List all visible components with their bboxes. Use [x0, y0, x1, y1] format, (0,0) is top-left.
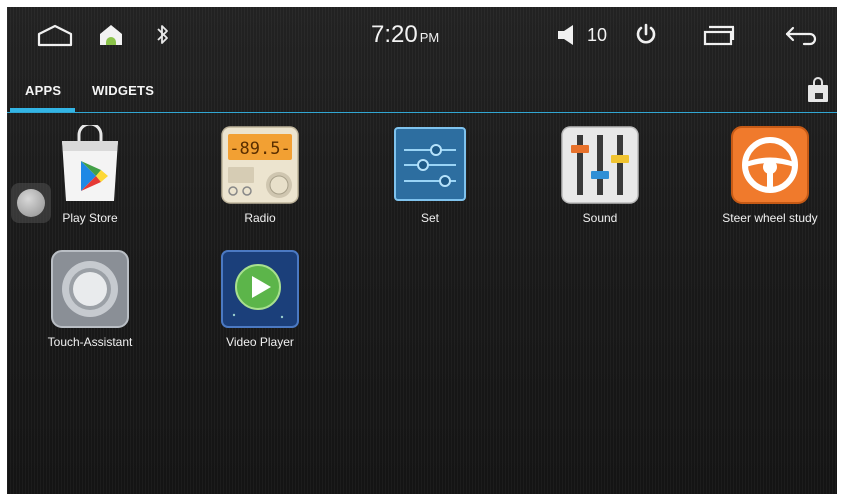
tab-bar: APPS WIDGETS — [7, 77, 837, 115]
bluetooth-icon — [153, 21, 173, 49]
app-label: Steer wheel study — [722, 211, 818, 225]
volume-level: 10 — [587, 25, 608, 45]
status-clock: 7:20 PM — [371, 21, 439, 49]
app-video-player[interactable]: Video Player — [190, 249, 330, 349]
tab-widgets[interactable]: WIDGETS — [92, 83, 154, 98]
app-label: Set — [420, 211, 439, 225]
app-radio[interactable]: -89.5- Radio — [190, 125, 330, 225]
radio-icon: -89.5- — [220, 125, 300, 205]
clock-time: 7:20 — [371, 21, 418, 48]
speaker-icon[interactable] — [555, 23, 581, 47]
app-label: Sound — [582, 211, 618, 225]
radio-frequency-text: -89.5- — [229, 139, 290, 159]
launcher-screen: 7:20 PM 10 APPS WIDGETS Play Store -89.5… — [7, 7, 837, 494]
app-touch-assistant[interactable]: Touch-Assistant — [20, 249, 160, 349]
tab-divider — [7, 112, 837, 113]
equalizer-icon — [560, 125, 640, 205]
app-sound[interactable]: Sound — [530, 125, 670, 225]
app-label: Radio — [244, 211, 276, 225]
market-bag-icon[interactable] — [807, 77, 829, 103]
status-bar: 7:20 PM 10 — [7, 7, 837, 63]
recent-apps-icon[interactable] — [701, 23, 737, 47]
steering-wheel-icon — [730, 125, 810, 205]
assistive-touch-icon — [17, 189, 45, 217]
power-icon[interactable] — [633, 21, 659, 47]
home-outline-icon[interactable] — [35, 23, 75, 49]
back-icon[interactable] — [783, 23, 819, 47]
app-steer-wheel-study[interactable]: Steer wheel study — [700, 125, 837, 225]
app-label: Video Player — [226, 335, 294, 349]
video-player-icon — [220, 249, 300, 329]
tab-apps[interactable]: APPS — [25, 83, 61, 98]
app-set[interactable]: Set — [360, 125, 500, 225]
play-store-icon — [50, 122, 130, 205]
app-label: Touch-Assistant — [47, 335, 133, 349]
settings-sliders-icon — [390, 125, 470, 205]
android-home-icon[interactable] — [97, 21, 125, 49]
touch-assistant-icon — [50, 249, 130, 329]
clock-ampm: PM — [419, 30, 440, 45]
assistive-touch-button[interactable] — [11, 183, 51, 223]
